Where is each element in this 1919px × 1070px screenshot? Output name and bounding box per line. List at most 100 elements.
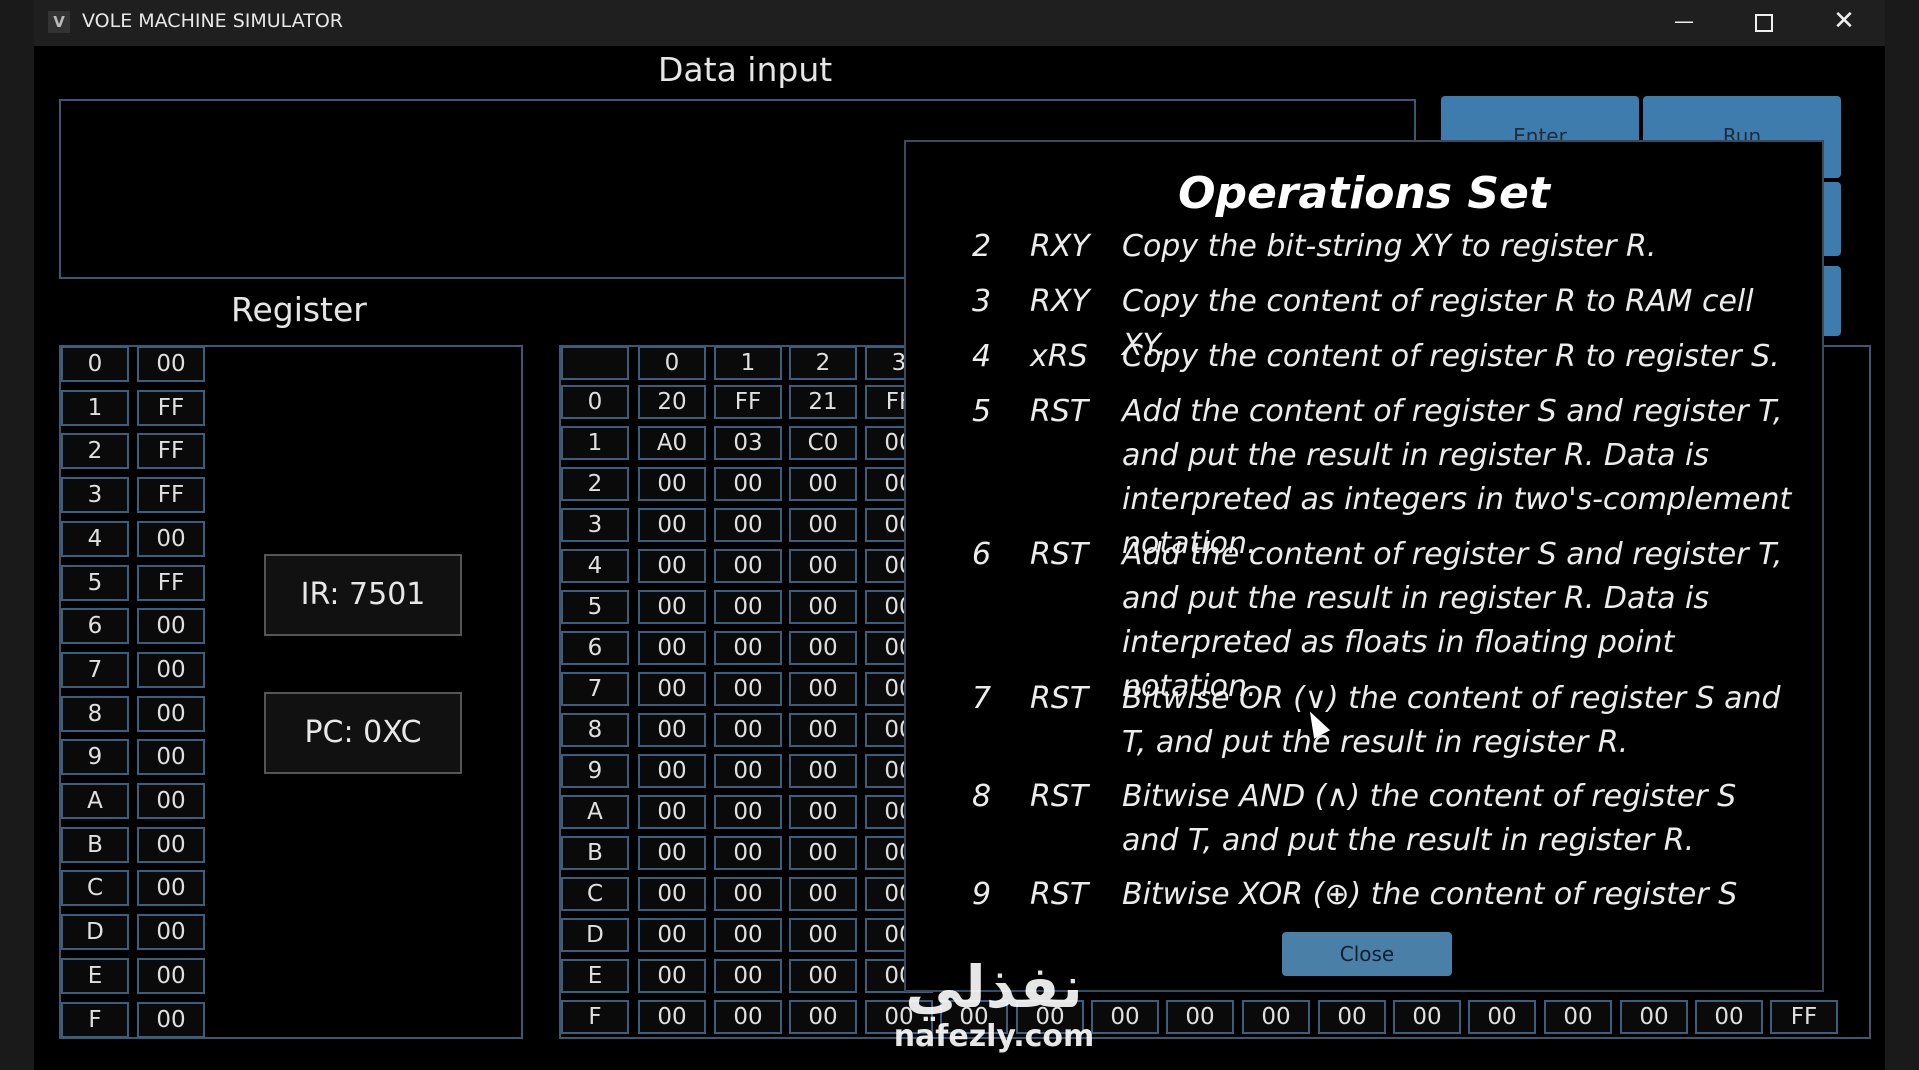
memory-cell[interactable]: 00 (789, 836, 857, 870)
memory-cell[interactable]: 00 (638, 631, 706, 665)
memory-cell[interactable]: 00 (714, 1000, 782, 1034)
memory-cell[interactable]: 00 (638, 795, 706, 829)
memory-cell[interactable]: 00 (714, 508, 782, 542)
register-value[interactable]: 00 (137, 346, 205, 382)
memory-cell[interactable]: 00 (638, 1000, 706, 1034)
memory-cell[interactable]: 00 (714, 467, 782, 501)
memory-cell[interactable]: 00 (789, 467, 857, 501)
memory-cell[interactable]: 00 (789, 590, 857, 624)
memory-cell[interactable]: 00 (714, 877, 782, 911)
memory-cell[interactable]: 00 (789, 713, 857, 747)
memory-cell[interactable]: 00 (638, 508, 706, 542)
op-description: Copy the bit-string XY to register R. (1122, 232, 1657, 264)
memory-row-label: 7 (561, 672, 629, 706)
memory-cell[interactable]: 00 (714, 549, 782, 583)
close-icon[interactable]: ✕ (1804, 0, 1884, 42)
memory-cell[interactable]: 00 (789, 959, 857, 993)
minimize-icon[interactable]: — (1644, 0, 1724, 42)
memory-cell[interactable]: 00 (789, 877, 857, 911)
op-code: RST (1030, 877, 1089, 912)
memory-cell[interactable]: 00 (789, 631, 857, 665)
op-code: RXY (1030, 284, 1090, 319)
watermark-logo: نفذلي nafezly.com (884, 955, 1104, 1065)
register-value[interactable]: 00 (137, 914, 205, 951)
memory-cell[interactable]: 00 (638, 467, 706, 501)
register-value[interactable]: 00 (137, 826, 205, 863)
memory-cell[interactable]: 00 (789, 1000, 857, 1034)
register-value[interactable]: FF (137, 564, 205, 601)
memory-cell[interactable]: C0 (789, 426, 857, 460)
memory-cell[interactable]: 00 (638, 918, 706, 952)
memory-cell[interactable]: 00 (1242, 1000, 1310, 1034)
memory-cell[interactable]: 00 (638, 836, 706, 870)
memory-cell[interactable]: 00 (638, 959, 706, 993)
memory-cell[interactable]: 00 (789, 754, 857, 788)
register-label: 2 (61, 433, 129, 470)
register-label: 4 (61, 520, 129, 557)
memory-cell[interactable]: 21 (789, 385, 857, 419)
memory-cell[interactable]: 00 (638, 549, 706, 583)
register-value[interactable]: 00 (137, 739, 205, 776)
memory-cell[interactable]: 00 (1166, 1000, 1234, 1034)
memory-row-label: F (561, 1000, 629, 1034)
title-bar: V VOLE MACHINE SIMULATOR — ✕ (34, 0, 1885, 46)
memory-cell[interactable]: 00 (789, 918, 857, 952)
memory-cell[interactable]: 00 (1468, 1000, 1536, 1034)
watermark-latin: nafezly.com (893, 1019, 1095, 1054)
memory-cell[interactable]: 00 (638, 672, 706, 706)
memory-cell[interactable]: 00 (714, 836, 782, 870)
register-value[interactable]: FF (137, 389, 205, 426)
memory-cell[interactable]: 00 (1544, 1000, 1612, 1034)
operations-title: Operations Set (1178, 168, 1550, 219)
register-label: 5 (61, 564, 129, 601)
memory-cell[interactable]: 00 (789, 672, 857, 706)
register-value[interactable]: 00 (137, 870, 205, 907)
memory-cell[interactable]: 00 (714, 713, 782, 747)
memory-cell[interactable]: FF (714, 385, 782, 419)
memory-cell[interactable]: 00 (714, 795, 782, 829)
maximize-icon[interactable] (1724, 0, 1804, 42)
memory-cell[interactable]: 00 (714, 631, 782, 665)
memory-cell[interactable]: 00 (789, 795, 857, 829)
op-number: 4 (972, 339, 992, 374)
memory-cell[interactable]: 00 (638, 877, 706, 911)
memory-cell[interactable]: 00 (714, 918, 782, 952)
memory-cell[interactable]: 00 (1695, 1000, 1763, 1034)
op-code: xRS (1030, 339, 1088, 374)
register-value[interactable]: FF (137, 477, 205, 514)
memory-row-label: 5 (561, 590, 629, 624)
register-label: 6 (61, 608, 129, 645)
register-value[interactable]: 00 (137, 1001, 205, 1038)
memory-cell[interactable]: 00 (1318, 1000, 1386, 1034)
register-value[interactable]: 00 (137, 651, 205, 688)
register-value[interactable]: 00 (137, 783, 205, 819)
register-value[interactable]: 00 (137, 608, 205, 645)
memory-row-label: 3 (561, 508, 629, 542)
register-value[interactable]: FF (137, 433, 205, 470)
register-value[interactable]: 00 (137, 695, 205, 732)
op-description: Copy the content of register R to regist… (1122, 339, 1780, 374)
memory-cell[interactable]: 20 (638, 385, 706, 419)
memory-cell[interactable]: 00 (1620, 1000, 1688, 1034)
memory-cell[interactable]: A0 (638, 426, 706, 460)
memory-cell[interactable]: 00 (638, 713, 706, 747)
op-number: 2 (972, 232, 992, 264)
memory-cell[interactable]: 00 (789, 508, 857, 542)
memory-cell[interactable]: 00 (714, 754, 782, 788)
watermark-arabic: نفذلي (905, 953, 1083, 1021)
memory-cell[interactable]: FF (1770, 1000, 1838, 1034)
memory-cell[interactable]: 00 (789, 549, 857, 583)
memory-cell[interactable]: 03 (714, 426, 782, 460)
register-value[interactable]: 00 (137, 957, 205, 994)
memory-cell[interactable]: 00 (638, 754, 706, 788)
memory-cell[interactable]: 00 (638, 590, 706, 624)
register-label: B (61, 826, 129, 863)
pc-display: PC: 0XC (264, 692, 462, 774)
register-value[interactable]: 00 (137, 520, 205, 557)
memory-cell[interactable]: 00 (1393, 1000, 1461, 1034)
memory-cell[interactable]: 00 (714, 672, 782, 706)
memory-row-label: 8 (561, 713, 629, 747)
close-button[interactable]: Close (1282, 932, 1452, 976)
memory-cell[interactable]: 00 (714, 590, 782, 624)
memory-cell[interactable]: 00 (714, 959, 782, 993)
